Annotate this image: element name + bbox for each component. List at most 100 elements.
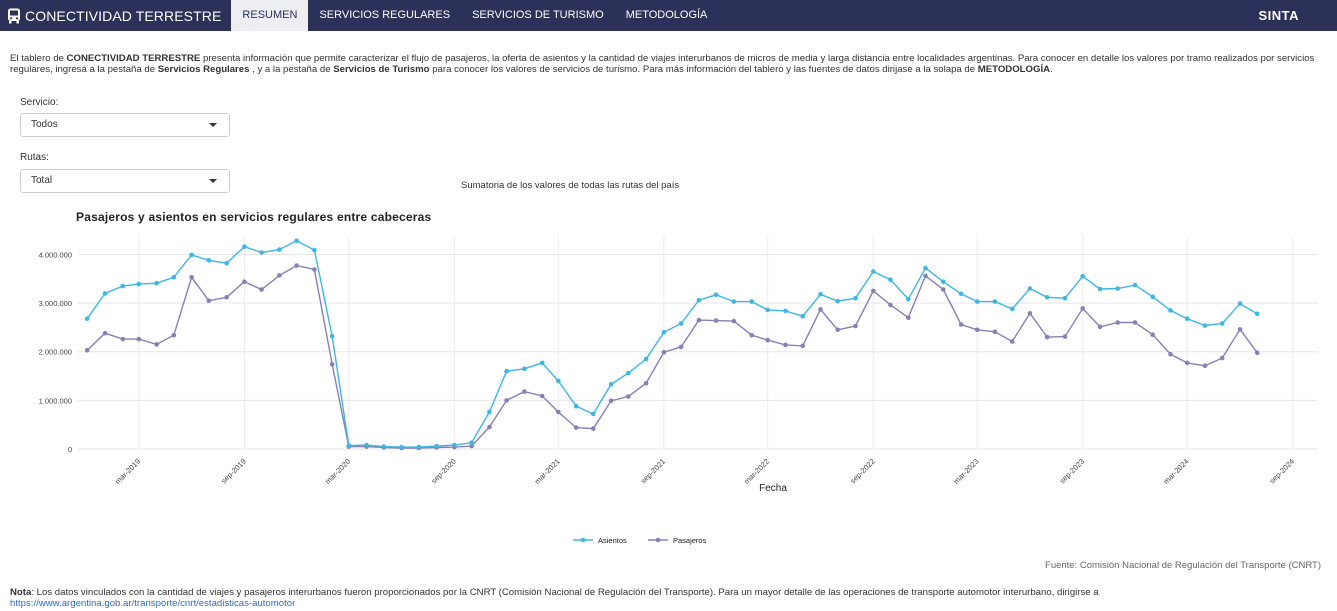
data-point-pasajeros xyxy=(556,409,561,415)
legend-label-asientos: Asientos xyxy=(598,536,627,545)
rutas-select[interactable]: Total xyxy=(20,169,230,193)
data-point-asientos xyxy=(661,330,667,335)
data-point-pasajeros xyxy=(259,287,264,292)
data-point-pasajeros xyxy=(242,279,247,284)
data-point-pasajeros xyxy=(154,342,159,347)
data-point-asientos xyxy=(888,277,893,282)
data-point-asientos xyxy=(346,443,352,448)
intro-text-4: para conocer los valores de servicios de… xyxy=(429,64,978,75)
tab-resumen[interactable]: RESUMEN xyxy=(231,0,309,31)
note-label: Nota xyxy=(10,587,32,598)
caret-down-icon xyxy=(209,123,217,127)
tab-metodologia[interactable]: METODOLOGÍA xyxy=(615,0,719,31)
data-point-asientos xyxy=(102,291,108,296)
data-point-pasajeros xyxy=(1168,351,1173,357)
data-point-asientos xyxy=(678,321,684,326)
data-point-asientos xyxy=(224,260,229,266)
data-point-pasajeros xyxy=(923,273,928,279)
data-point-asientos xyxy=(1080,274,1085,279)
data-point-pasajeros xyxy=(1027,311,1033,316)
data-point-asientos xyxy=(556,378,561,384)
data-point-pasajeros xyxy=(853,323,858,329)
data-point-asientos xyxy=(958,291,964,297)
data-point-asientos xyxy=(364,442,369,448)
data-point-pasajeros xyxy=(731,318,737,324)
note-text: : Los datos vinculados con la cantidad d… xyxy=(31,587,1099,598)
data-point-asientos xyxy=(120,283,126,289)
tab-servicios-regulares[interactable]: SERVICIOS REGULARES xyxy=(308,0,461,31)
brand[interactable]: CONECTIVIDAD TERRESTRE xyxy=(0,0,231,31)
data-point-asientos xyxy=(381,444,387,449)
rutas-selected-value: Total xyxy=(31,175,53,186)
data-point-pasajeros xyxy=(608,398,614,404)
data-point-asientos xyxy=(522,366,527,372)
data-point-asientos xyxy=(1168,308,1173,313)
data-point-pasajeros xyxy=(1044,334,1050,340)
data-point-asientos xyxy=(923,265,928,271)
series-line-pasajeros xyxy=(86,264,1258,449)
data-point-pasajeros xyxy=(1062,334,1068,339)
cnrt-link[interactable]: https://www.argentina.gob.ar/transporte/… xyxy=(10,598,295,609)
data-point-asientos xyxy=(399,444,404,450)
data-point-asientos xyxy=(818,292,823,297)
data-point-asientos xyxy=(765,307,770,313)
data-point-pasajeros xyxy=(1237,327,1243,332)
servicio-select[interactable]: Todos xyxy=(20,113,230,137)
data-point-pasajeros xyxy=(591,426,596,431)
data-point-pasajeros xyxy=(189,275,194,280)
brand-title: CONECTIVIDAD TERRESTRE xyxy=(25,7,222,24)
data-point-pasajeros xyxy=(835,327,840,333)
data-point-pasajeros xyxy=(1115,320,1120,325)
data-point-asientos xyxy=(1219,321,1225,326)
data-point-pasajeros xyxy=(800,343,805,349)
data-point-pasajeros xyxy=(1097,324,1103,330)
intro-bold-1: CONECTIVIDAD TERRESTRE xyxy=(66,53,201,64)
data-point-pasajeros xyxy=(678,344,684,350)
data-point-pasajeros xyxy=(974,327,980,333)
data-point-pasajeros xyxy=(312,267,317,272)
line-chart: 0 1.000.000 2.000.000 3.000.000 4.000.000 mar… xyxy=(39,235,1318,545)
data-point-asientos xyxy=(626,370,631,376)
data-point-pasajeros xyxy=(765,337,770,343)
data-point-asientos xyxy=(871,269,876,274)
data-point-asientos xyxy=(206,258,212,263)
data-point-pasajeros xyxy=(1150,332,1155,337)
data-point-asientos xyxy=(171,275,177,280)
data-point-pasajeros xyxy=(1202,363,1208,369)
x-tick-label: sep-2021 xyxy=(639,457,667,485)
data-point-pasajeros xyxy=(102,330,108,336)
data-point-pasajeros xyxy=(522,389,527,394)
data-point-asientos xyxy=(591,411,596,417)
data-point-asientos xyxy=(1009,306,1015,312)
data-point-asientos xyxy=(906,296,911,302)
data-point-asientos xyxy=(452,442,457,448)
chart-subtitle: Sumatoria de los valores de todas las ru… xyxy=(461,180,680,191)
tab-servicios-de-turismo[interactable]: SERVICIOS DE TURISMO xyxy=(461,0,615,31)
top-navbar: CONECTIVIDAD TERRESTRE RESUMEN SERVICIOS… xyxy=(0,0,1337,31)
caret-down-icon xyxy=(209,179,217,183)
x-tick-label: mar-2024 xyxy=(1162,457,1191,486)
y-tick-label: 3.000.000 xyxy=(39,299,72,308)
sinta-brand[interactable]: SINTA xyxy=(1258,0,1299,31)
data-point-asientos xyxy=(1044,295,1050,300)
data-point-asientos xyxy=(242,244,247,249)
data-point-asientos xyxy=(573,403,579,409)
rutas-label: Rutas: xyxy=(20,152,49,163)
data-point-asientos xyxy=(504,368,509,374)
data-point-asientos xyxy=(434,443,439,449)
data-point-pasajeros xyxy=(171,332,177,338)
data-point-pasajeros xyxy=(661,349,667,355)
data-point-pasajeros xyxy=(626,394,631,399)
intro-paragraph: El tablero de CONECTIVIDAD TERRESTRE pre… xyxy=(10,53,1332,75)
x-tick-label: sep-2023 xyxy=(1058,457,1086,485)
data-point-pasajeros xyxy=(487,424,492,430)
data-point-pasajeros xyxy=(958,322,964,327)
x-tick-label: mar-2021 xyxy=(533,457,562,486)
x-tick-label: mar-2022 xyxy=(742,457,771,486)
data-point-asientos xyxy=(189,252,194,258)
x-tick-label: sep-2020 xyxy=(429,457,457,485)
x-tick-label: sep-2024 xyxy=(1268,457,1296,485)
data-point-pasajeros xyxy=(294,263,299,268)
data-point-pasajeros xyxy=(329,362,335,367)
data-point-asientos xyxy=(696,297,702,303)
